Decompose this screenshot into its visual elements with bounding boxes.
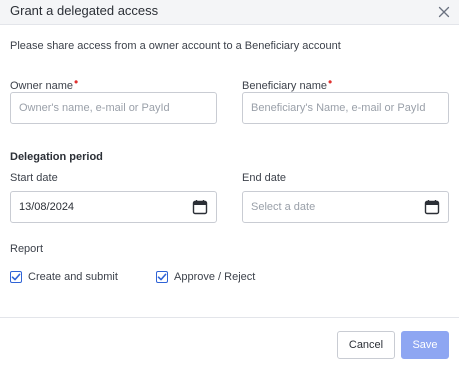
required-marker: •	[73, 75, 79, 89]
cancel-button[interactable]: Cancel	[337, 331, 395, 359]
start-date-value: 13/08/2024	[19, 201, 75, 213]
checkmark-icon	[11, 273, 21, 281]
approve-reject-checkbox[interactable]	[156, 271, 168, 283]
owner-name-label-text: Owner name	[10, 80, 73, 92]
close-icon	[438, 6, 450, 18]
owner-name-input[interactable]	[10, 92, 217, 124]
end-date-label: End date	[242, 172, 287, 184]
close-button[interactable]	[435, 3, 453, 21]
beneficiary-name-input[interactable]	[242, 92, 449, 124]
checkmark-icon	[157, 273, 167, 281]
save-button[interactable]: Save	[401, 331, 449, 359]
create-and-submit-label: Create and submit	[28, 271, 118, 283]
end-date-placeholder: Select a date	[251, 201, 316, 213]
beneficiary-name-label-text: Beneficiary name	[242, 80, 327, 92]
create-and-submit-checkbox[interactable]	[10, 271, 22, 283]
delegation-period-heading: Delegation period	[10, 151, 103, 163]
end-date-picker[interactable]: Select a date	[242, 191, 449, 223]
owner-name-label: Owner name•	[10, 75, 79, 92]
start-date-picker[interactable]: 13/08/2024	[10, 191, 217, 223]
footer-divider	[0, 317, 459, 318]
beneficiary-name-label: Beneficiary name•	[242, 75, 333, 92]
dialog-header: Grant a delegated access	[0, 0, 459, 25]
dialog-intro-text: Please share access from a owner account…	[10, 40, 341, 52]
dialog-title: Grant a delegated access	[10, 3, 159, 18]
calendar-icon[interactable]	[424, 199, 440, 215]
start-date-label: Start date	[10, 172, 58, 184]
create-and-submit-option[interactable]: Create and submit	[10, 271, 118, 283]
calendar-icon[interactable]	[192, 199, 208, 215]
report-label: Report	[10, 243, 44, 255]
approve-reject-label: Approve / Reject	[174, 271, 256, 283]
grant-access-dialog: Grant a delegated access Please share ac…	[0, 0, 459, 368]
required-marker: •	[328, 75, 333, 89]
approve-reject-option[interactable]: Approve / Reject	[156, 271, 255, 283]
